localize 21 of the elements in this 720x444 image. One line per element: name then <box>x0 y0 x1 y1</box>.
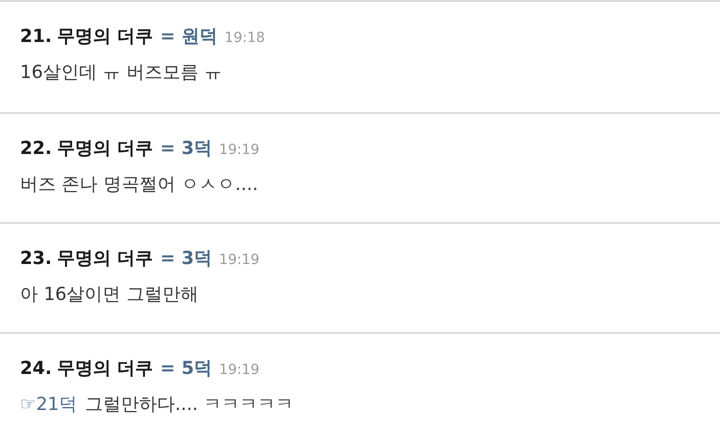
author-name: 무명의 더쿠 <box>56 137 154 160</box>
comment-time: 19:18 <box>224 30 265 46</box>
comment-rank: = 5덕 <box>160 357 212 380</box>
comment-number: 23. <box>20 248 52 269</box>
author-name: 무명의 더쿠 <box>56 25 154 48</box>
comment-text: 그럴만하다.... ㅋㅋㅋㅋㅋ <box>85 393 294 416</box>
reply-link[interactable]: ☞21덕 <box>20 392 78 416</box>
comment-text: 아 16살이면 그럴만해 <box>20 283 198 306</box>
author-name: 무명의 더쿠 <box>56 247 154 270</box>
comment-time: 19:19 <box>219 252 260 268</box>
comment-rank: = 3덕 <box>160 137 212 160</box>
author-name: 무명의 더쿠 <box>56 357 154 380</box>
comment-number: 24. <box>20 358 52 379</box>
comment-text: 버즈 존나 명곡쩔어 ㅇㅅㅇ.... <box>20 173 258 196</box>
comment-rank: = 원덕 <box>160 25 218 48</box>
comment-text: 16살인데 ㅠ 버즈모름 ㅠ <box>20 61 222 84</box>
comment-number: 21. <box>20 26 52 47</box>
comment-number: 22. <box>20 138 52 159</box>
comment-time: 19:19 <box>219 362 260 378</box>
comment-time: 19:19 <box>219 142 260 158</box>
comment-rank: = 3덕 <box>160 247 212 270</box>
